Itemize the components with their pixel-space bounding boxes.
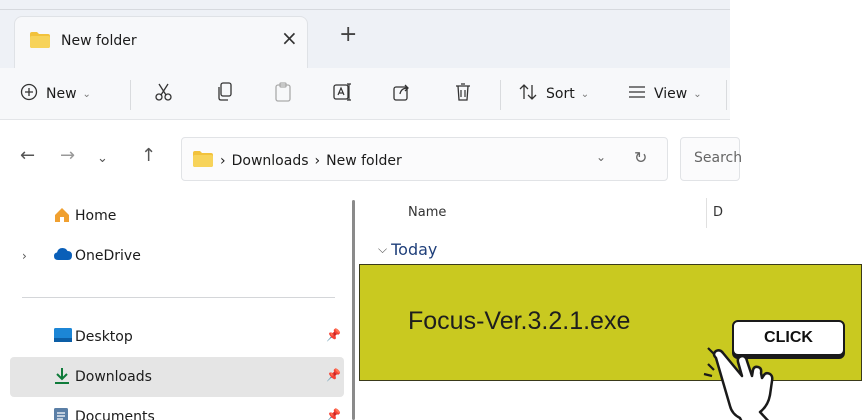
refresh-icon[interactable]: ↻: [634, 148, 647, 167]
paste-button[interactable]: [275, 82, 291, 106]
chevron-down-icon: ⌄: [693, 88, 702, 100]
view-lines-icon: [628, 85, 646, 103]
column-header-date[interactable]: D: [713, 205, 723, 220]
group-header-today[interactable]: ⌵ Today: [378, 240, 437, 259]
group-label: Today: [391, 240, 438, 259]
pin-icon: 📌: [326, 328, 341, 342]
folder-icon: [29, 31, 51, 53]
new-tab-button[interactable]: +: [339, 24, 357, 46]
sidebar-divider: [22, 297, 335, 298]
pin-icon: 📌: [326, 408, 341, 420]
rename-button[interactable]: [332, 82, 352, 106]
copy-icon: [216, 82, 234, 106]
file-explorer-window: New folder × + New ⌄ Sort ⌄ View ⌄ ← → ⌄…: [0, 0, 862, 420]
chevron-down-icon: ⌄: [82, 88, 91, 100]
sidebar-item-documents[interactable]: Documents 📌: [10, 397, 344, 420]
view-button[interactable]: View ⌄: [628, 82, 702, 106]
share-icon: [392, 82, 412, 106]
address-bar[interactable]: › Downloads › New folder ⌄ ↻: [181, 137, 668, 181]
cut-button[interactable]: [154, 82, 174, 106]
share-button[interactable]: [392, 82, 412, 106]
sidebar-item-onedrive[interactable]: OneDrive: [10, 236, 344, 276]
document-icon: [53, 407, 69, 420]
navigation-scrollbar[interactable]: [352, 200, 355, 420]
breadcrumb-downloads[interactable]: Downloads: [232, 153, 309, 169]
breadcrumb-separator: ›: [314, 153, 321, 169]
sidebar-item-home[interactable]: Home: [10, 196, 344, 236]
search-input[interactable]: Search: [680, 137, 743, 181]
toolbar-divider: [726, 80, 727, 110]
sidebar-item-label: Documents: [75, 409, 155, 420]
sidebar-item-label: Downloads: [75, 369, 152, 385]
sidebar-item-label: Desktop: [75, 329, 133, 345]
pointing-hand-icon: [702, 340, 802, 420]
copy-button[interactable]: [216, 82, 234, 106]
command-bar: New ⌄ Sort ⌄ View ⌄: [0, 68, 730, 120]
desktop-icon: [53, 327, 73, 347]
sidebar-item-label: OneDrive: [75, 248, 141, 264]
view-label: View: [654, 86, 688, 102]
trash-icon: [454, 82, 472, 106]
column-header-name[interactable]: Name: [408, 205, 446, 220]
recent-locations-chevron-icon[interactable]: ⌄: [97, 150, 108, 168]
breadcrumb-separator: ›: [220, 153, 226, 169]
folder-icon: [192, 150, 214, 172]
scissors-icon: [154, 82, 174, 106]
pin-icon: 📌: [326, 368, 341, 382]
new-button-label: New: [46, 86, 77, 102]
chevron-down-icon: ⌄: [580, 88, 590, 100]
forward-arrow-icon[interactable]: →: [60, 147, 75, 165]
search-placeholder: Search: [694, 150, 743, 166]
sort-button[interactable]: Sort ⌄: [518, 82, 589, 106]
back-arrow-icon[interactable]: ←: [20, 147, 35, 165]
sidebar-item-desktop[interactable]: Desktop 📌: [10, 317, 344, 357]
download-icon: [53, 367, 71, 389]
sort-label: Sort: [546, 86, 575, 102]
home-icon: [53, 206, 71, 228]
breadcrumb-new-folder[interactable]: New folder: [326, 153, 402, 169]
address-history-chevron-icon[interactable]: ⌄: [596, 150, 606, 164]
sidebar-item-label: Home: [75, 208, 117, 224]
cloud-icon: [53, 246, 73, 266]
up-arrow-icon[interactable]: ↑: [141, 147, 156, 165]
breadcrumb: › Downloads › New folder: [192, 150, 408, 172]
close-tab-icon[interactable]: ×: [281, 28, 298, 48]
toolbar-divider: [130, 80, 131, 110]
tab-new-folder[interactable]: New folder ×: [14, 16, 308, 68]
file-name: Focus-Ver.3.2.1.exe: [408, 307, 631, 335]
toolbar-divider: [500, 80, 501, 110]
clipboard-icon: [275, 82, 291, 106]
plus-circle-icon: [20, 83, 38, 105]
new-button[interactable]: New ⌄: [20, 82, 91, 106]
sort-arrows-icon: [518, 83, 538, 105]
sidebar-item-downloads[interactable]: Downloads 📌: [10, 357, 344, 397]
tab-title: New folder: [61, 33, 137, 49]
column-divider[interactable]: [706, 198, 707, 228]
rename-icon: [332, 82, 352, 106]
tab-strip: New folder × +: [0, 0, 730, 68]
chevron-down-icon: ⌵: [378, 242, 388, 256]
title-bar-divider: [0, 9, 730, 10]
delete-button[interactable]: [454, 82, 472, 106]
